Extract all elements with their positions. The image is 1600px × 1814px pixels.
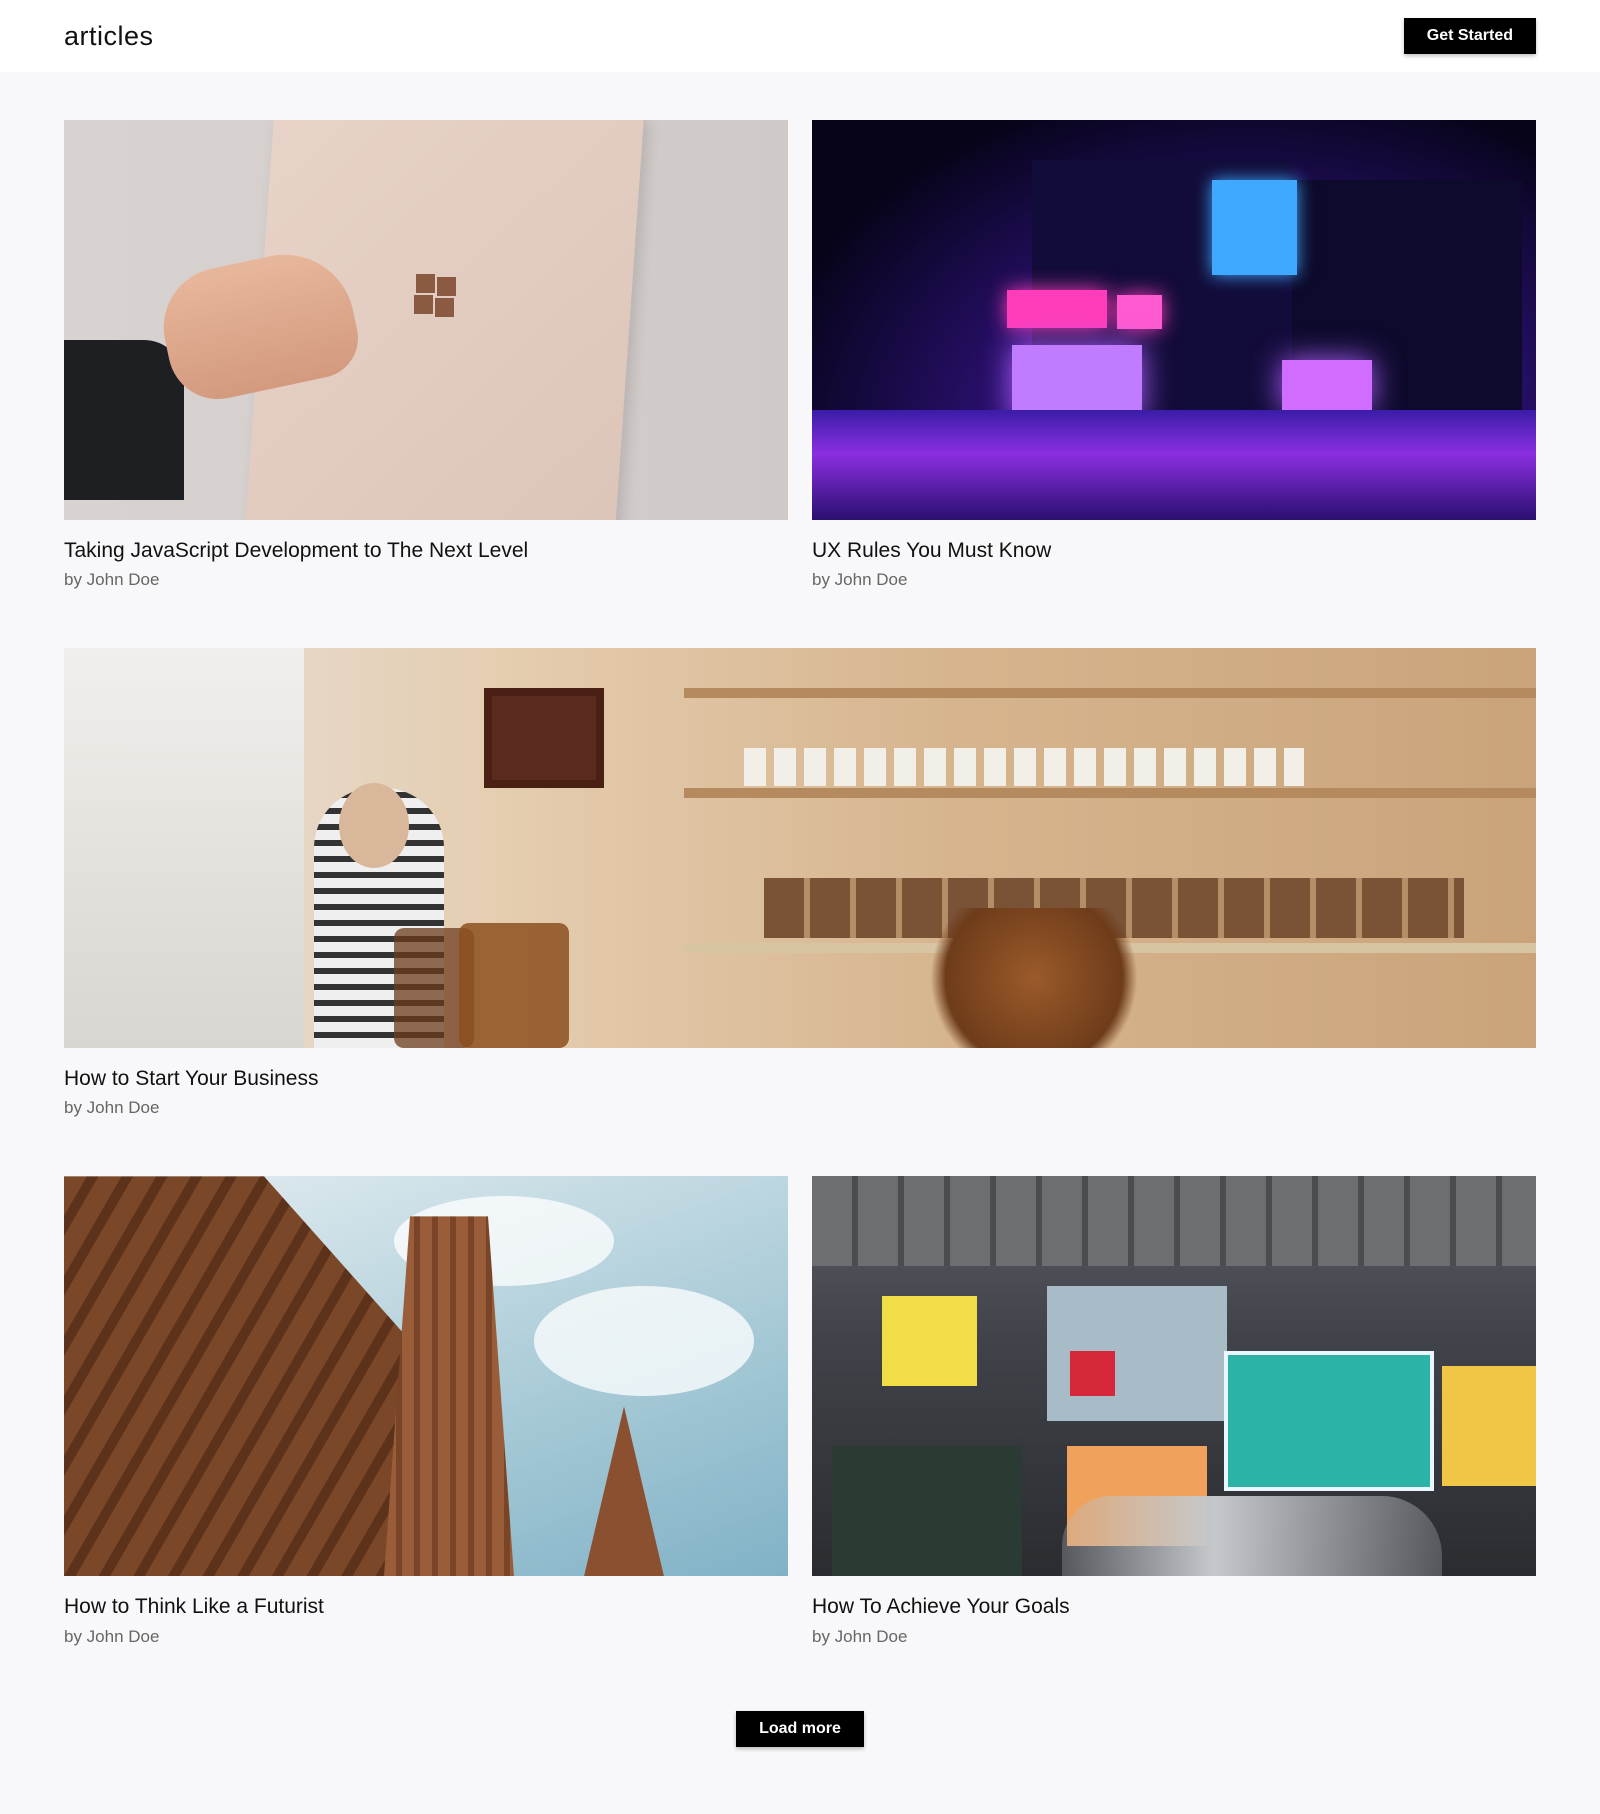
article-image-cathedral[interactable] (64, 1176, 788, 1577)
article-image-street-signs[interactable] (812, 1176, 1536, 1577)
articles-grid: Taking JavaScript Development to The Nex… (0, 72, 1600, 1747)
article-card[interactable]: How to Start Your Business by John Doe (64, 648, 1536, 1118)
article-image-laptop[interactable] (64, 120, 788, 520)
article-title[interactable]: How to Think Like a Futurist (64, 1594, 788, 1619)
article-title[interactable]: UX Rules You Must Know (812, 538, 1536, 563)
top-bar: articles Get Started (0, 0, 1600, 72)
load-more-button[interactable]: Load more (736, 1710, 864, 1747)
article-title[interactable]: How to Start Your Business (64, 1066, 1536, 1091)
article-card[interactable]: How to Think Like a Futurist by John Doe (64, 1176, 788, 1646)
site-logo[interactable]: articles (64, 21, 154, 52)
footer: Load more (64, 1705, 1536, 1747)
article-image-neon-street[interactable] (812, 120, 1536, 520)
article-title[interactable]: Taking JavaScript Development to The Nex… (64, 538, 788, 563)
article-author: by John Doe (64, 1098, 160, 1118)
article-author: by John Doe (64, 570, 160, 590)
article-card[interactable]: How To Achieve Your Goals by John Doe (812, 1176, 1536, 1646)
article-author: by John Doe (812, 570, 908, 590)
articles-row: How to Start Your Business by John Doe (64, 648, 1536, 1118)
article-author: by John Doe (64, 1626, 160, 1646)
article-card[interactable]: Taking JavaScript Development to The Nex… (64, 120, 788, 590)
article-author: by John Doe (812, 1626, 908, 1646)
article-title[interactable]: How To Achieve Your Goals (812, 1594, 1536, 1619)
articles-row: Taking JavaScript Development to The Nex… (64, 120, 1536, 590)
articles-row: How to Think Like a Futurist by John Doe… (64, 1176, 1536, 1646)
article-card[interactable]: UX Rules You Must Know by John Doe (812, 120, 1536, 590)
get-started-button[interactable]: Get Started (1403, 18, 1536, 54)
article-image-cafe[interactable] (64, 648, 1536, 1049)
